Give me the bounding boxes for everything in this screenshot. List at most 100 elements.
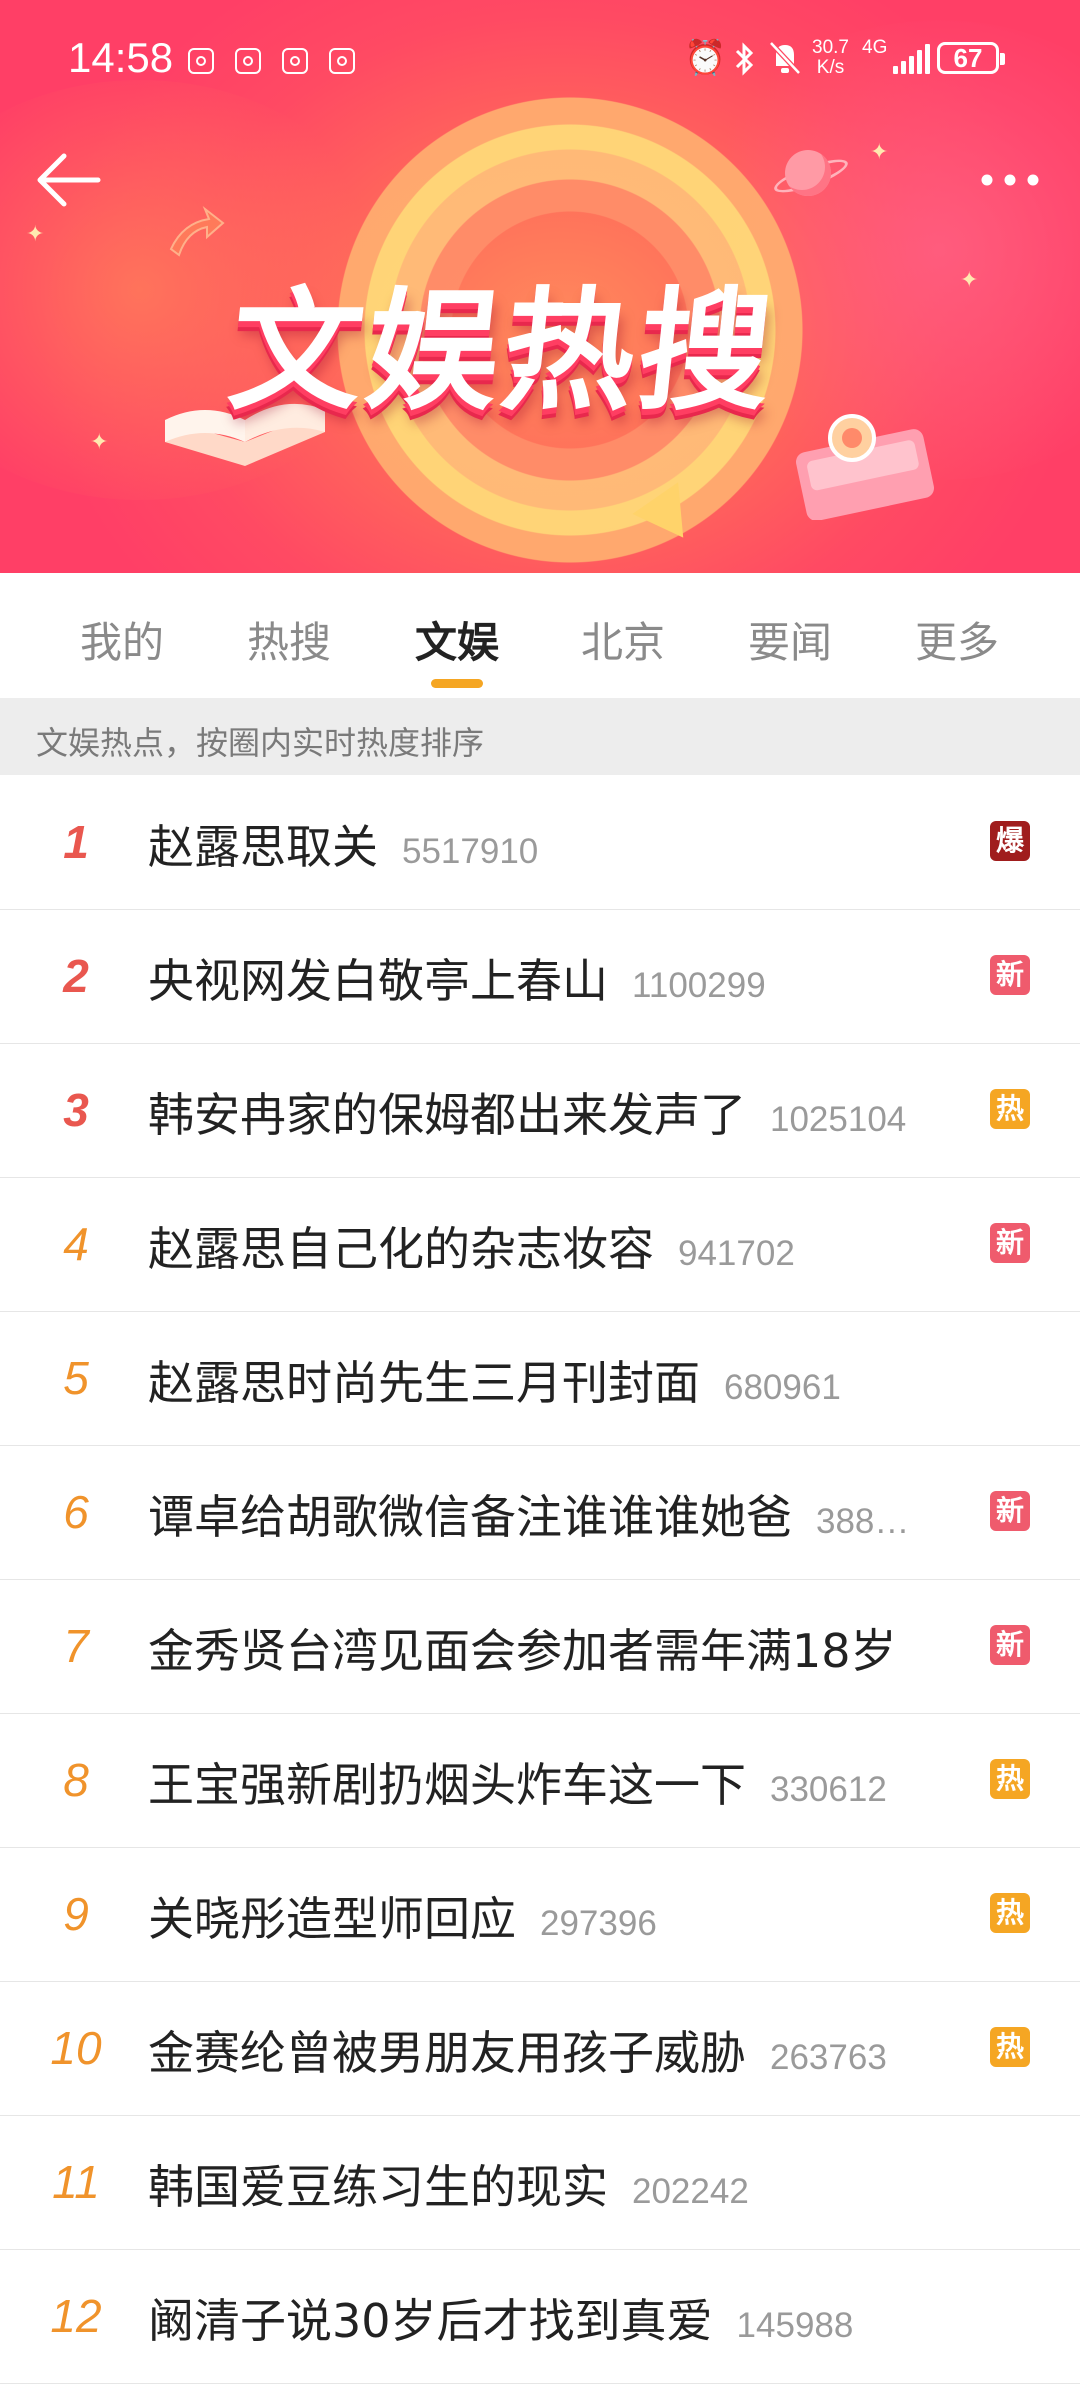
heat-count: 941702 [678,1234,795,1273]
heat-count: 680961 [724,1368,841,1407]
rank-number: 4 [63,1218,89,1270]
topic-title: 金赛纶曾被男朋友用孩子威胁 [148,2026,746,2080]
tab-bar: 我的 热搜 文娱 北京 要闻 更多 [0,573,1080,698]
rank-number: 12 [50,2290,102,2342]
more-options-icon[interactable] [975,160,1045,200]
battery-icon: 67 [937,42,1005,74]
sparkle-icon: ✦ [960,268,979,293]
list-item[interactable]: 7 金秀贤台湾见面会参加者需年满18岁 新 [0,1579,1080,1714]
topic-title: 韩安冉家的保姆都出来发声了 [148,1088,746,1142]
topic-title: 王宝强新剧扔烟头炸车这一下 [148,1758,746,1812]
topic-title: 赵露思时尚先生三月刊封面 [148,1356,700,1410]
rank-number: 11 [52,2156,100,2208]
planet-decoration [785,150,831,196]
list-item-text: 韩国爱豆练习生的现实 202242 [148,2151,978,2217]
heat-count: 297396 [540,1904,657,1943]
status-badge: 新 [990,955,1030,995]
topic-title: 央视网发白敬亭上春山 [148,954,608,1008]
heat-count: 1025104 [770,1100,907,1139]
heat-count: 388… [816,1502,910,1541]
status-badge: 热 [990,1089,1030,1129]
rank-number: 8 [63,1754,89,1806]
heat-count: 202242 [632,2172,749,2211]
list-item-text: 金秀贤台湾见面会参加者需年满18岁 [148,1615,978,1681]
heat-count: 5517910 [402,832,539,871]
list-item-text: 王宝强新剧扔烟头炸车这一下 330612 [148,1749,978,1815]
topic-title: 谭卓给胡歌微信备注谁谁谁她爸 [148,1490,792,1544]
banner: ✦ ✦ ✦ ✦ 文娱热搜 14:58 ⏰ 30.7 K/s 4G 67 [0,0,1080,573]
status-badge: 新 [990,1625,1030,1665]
list-item-text: 韩安冉家的保姆都出来发声了 1025104 [148,1079,978,1145]
status-badge: 热 [990,2027,1030,2067]
alarm-icon: ⏰ [684,38,727,78]
topic-title: 赵露思自己化的杂志妆容 [148,1222,654,1276]
heat-count: 263763 [770,2038,887,2077]
heat-count: 330612 [770,1770,887,1809]
banner-title: 文娱热搜 [222,275,783,429]
camera-decoration [796,414,934,520]
tab-headlines[interactable]: 要闻 [720,609,860,670]
status-badge: 热 [990,1893,1030,1933]
sparkle-icon: ✦ [870,140,889,165]
sparkle-icon: ✦ [26,222,45,247]
list-item-text: 阚清子说30岁后才找到真爱 145988 [148,2285,978,2351]
topic-title: 金秀贤台湾见面会参加者需年满18岁 [148,1624,897,1678]
network-type: 4G [862,37,888,58]
notification-icon [188,48,214,74]
list-item-text: 赵露思取关 5517910 [148,811,978,877]
active-tab-indicator [431,679,483,688]
list-item[interactable]: 9 关晓彤造型师回应 297396 热 [0,1847,1080,1982]
list-item-text: 赵露思时尚先生三月刊封面 680961 [148,1347,978,1413]
tab-beijing[interactable]: 北京 [553,609,693,670]
list-item[interactable]: 6 谭卓给胡歌微信备注谁谁谁她爸 388… 新 [0,1445,1080,1580]
list-item[interactable]: 4 赵露思自己化的杂志妆容 941702 新 [0,1177,1080,1312]
tab-mine[interactable]: 我的 [52,609,192,670]
list-item[interactable]: 1 赵露思取关 5517910 爆 [0,775,1080,910]
status-badge: 新 [990,1223,1030,1263]
network-speed-unit: K/s [816,57,845,78]
list-item[interactable]: 10 金赛纶曾被男朋友用孩子威胁 263763 热 [0,1981,1080,2116]
list-item-text: 金赛纶曾被男朋友用孩子威胁 263763 [148,2017,978,2083]
list-item[interactable]: 11 韩国爱豆练习生的现实 202242 [0,2115,1080,2250]
list-item[interactable]: 2 央视网发白敬亭上春山 1100299 新 [0,909,1080,1044]
subtitle-bar: 文娱热点，按圈内实时热度排序 [0,698,1080,775]
rank-number: 1 [63,816,89,868]
notification-icon [282,48,308,74]
notification-icon [329,48,355,74]
mute-bell-icon [769,41,801,75]
sparkle-icon: ✦ [90,430,109,455]
list-item-text: 关晓彤造型师回应 297396 [148,1883,978,1949]
notification-icon [235,48,261,74]
topic-title: 赵露思取关 [148,820,378,874]
rank-number: 6 [63,1486,89,1538]
rank-number: 3 [63,1084,89,1136]
list-item[interactable]: 12 阚清子说30岁后才找到真爱 145988 [0,2249,1080,2384]
rank-number: 2 [63,950,89,1002]
list-item[interactable]: 3 韩安冉家的保姆都出来发声了 1025104 热 [0,1043,1080,1178]
rank-number: 5 [63,1352,89,1404]
topic-title: 关晓彤造型师回应 [148,1892,516,1946]
list-item-text: 央视网发白敬亭上春山 1100299 [148,945,978,1011]
rank-number: 10 [50,2022,102,2074]
signal-icon [893,44,930,74]
tab-more[interactable]: 更多 [887,609,1027,670]
list-item-text: 谭卓给胡歌微信备注谁谁谁她爸 388… [148,1481,978,1547]
list-item-text: 赵露思自己化的杂志妆容 941702 [148,1213,978,1279]
list-item[interactable]: 8 王宝强新剧扔烟头炸车这一下 330612 热 [0,1713,1080,1848]
list-item[interactable]: 5 赵露思时尚先生三月刊封面 680961 [0,1311,1080,1446]
status-badge: 新 [990,1491,1030,1531]
back-arrow-icon[interactable] [34,150,104,210]
tab-hot-search[interactable]: 热搜 [219,609,359,670]
status-time: 14:58 [68,34,174,81]
heat-count: 145988 [736,2306,854,2345]
status-bar: 14:58 ⏰ 30.7 K/s 4G 67 [0,0,1080,120]
rank-number: 7 [63,1620,89,1672]
list-description: 文娱热点，按圈内实时热度排序 [36,724,485,762]
network-speed: 30.7 K/s [812,38,849,78]
bluetooth-icon [735,42,754,76]
tab-entertainment[interactable]: 文娱 [387,609,527,670]
status-badge: 热 [990,1759,1030,1799]
arrow-decoration [169,205,225,257]
heat-count: 1100299 [632,966,766,1005]
status-badge: 爆 [990,821,1030,861]
